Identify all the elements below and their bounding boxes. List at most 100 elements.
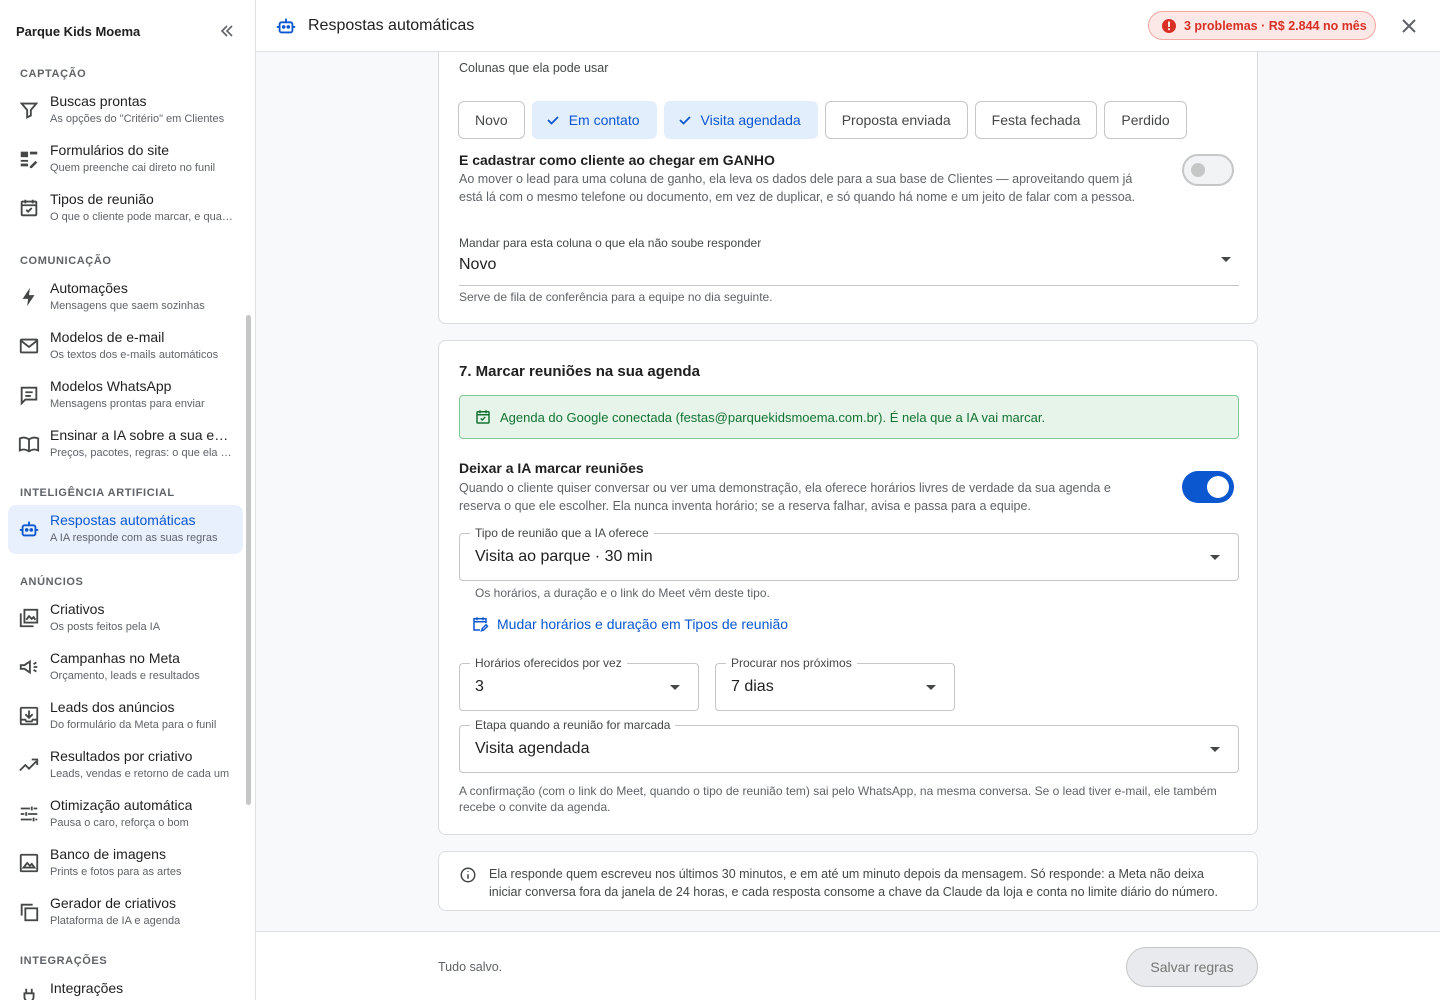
form-icon — [18, 148, 40, 170]
save-rules-button[interactable]: Salvar regras — [1126, 947, 1258, 987]
column-chip-perdido[interactable]: Perdido — [1104, 101, 1187, 139]
sidebar-item-label: Criativos — [50, 601, 105, 617]
sidebar-item-otimizacao[interactable]: Otimização automática Pausa o caro, refor… — [8, 790, 243, 839]
mail-icon — [18, 335, 40, 357]
change-meeting-type-link[interactable]: Mudar horários e duração em Tipos de reu… — [471, 615, 788, 633]
sidebar-item-label: Gerador de criativos — [50, 895, 177, 911]
sidebar-section-comunicacao: COMUNICAÇÃO — [20, 255, 112, 267]
sidebar-item-sub: Preços, pacotes, regras: o que ela preci… — [50, 447, 233, 459]
sidebar-item-label: Integrações — [50, 980, 124, 996]
save-status: Tudo salvo. — [438, 960, 503, 974]
toggle-knob — [1207, 476, 1229, 498]
fallback-column-select[interactable]: Mandar para esta coluna o que ela não so… — [459, 236, 1239, 286]
sidebar: Parque Kids Moema CAPTAÇÃO Buscas pronta… — [0, 0, 256, 1000]
megaphone-icon — [18, 656, 40, 678]
meeting-type-helper: Os horários, a duração e o link do Meet … — [475, 586, 770, 600]
info-icon — [459, 866, 477, 884]
problems-badge[interactable]: 3 problemas · R$ 2.844 no mês — [1148, 11, 1376, 40]
sidebar-item-sub: Quem preenche cai direto no funil — [50, 162, 216, 174]
close-icon[interactable] — [1397, 14, 1421, 38]
chip-label: Novo — [475, 112, 508, 128]
change-meeting-type-label: Mudar horários e duração em Tipos de reu… — [497, 616, 789, 632]
stage-select[interactable]: Etapa quando a reunião for marcada Visit… — [459, 718, 1239, 773]
chat-icon — [18, 384, 40, 406]
sidebar-section-captacao: CAPTAÇÃO — [20, 68, 87, 80]
meeting-booking-toggle[interactable] — [1182, 471, 1234, 503]
image-stack-icon — [18, 607, 40, 629]
dropdown-caret-icon — [670, 685, 680, 690]
column-chip-proposta-enviada[interactable]: Proposta enviada — [824, 101, 968, 139]
info-note-text: Ela responde quem escreveu nos últimos 3… — [489, 867, 1218, 899]
problems-badge-label: 3 problemas · R$ 2.844 no mês — [1184, 18, 1367, 33]
toggle-knob — [1191, 163, 1205, 177]
sidebar-item-campanhas-meta[interactable]: Campanhas no Meta Orçamento, leads e resu… — [8, 643, 243, 692]
sidebar-item-label: Campanhas no Meta — [50, 650, 180, 666]
sidebar-item-automacoes[interactable]: Automações Mensagens que saem sozinhas — [8, 273, 243, 322]
column-chip-em-contato[interactable]: Em contato — [531, 101, 657, 139]
sidebar-item-modelos-whatsapp[interactable]: Modelos WhatsApp Mensagens prontas para e… — [8, 371, 243, 420]
sidebar-item-criativos[interactable]: Criativos Os posts feitos pela IA — [8, 594, 243, 643]
fallback-column-helper: Serve de fila de conferência para a equi… — [459, 290, 773, 304]
client-toggle-desc: Ao mover o lead para uma coluna de ganho… — [459, 172, 1136, 204]
meeting-toggle-title: Deixar a IA marcar reuniões — [459, 460, 644, 476]
sidebar-item-sub: A IA responde com as suas regras — [50, 532, 218, 544]
store-name: Parque Kids Moema — [16, 23, 141, 39]
inbox-download-icon — [18, 705, 40, 727]
sidebar-item-tipos-reuniao[interactable]: Tipos de reunião O que o cliente pode mar… — [8, 184, 243, 233]
chip-label: Proposta enviada — [841, 112, 951, 128]
sidebar-item-label: Banco de imagens — [50, 846, 166, 862]
sidebar-item-leads-anuncios[interactable]: Leads dos anúncios Do formulário da Meta … — [8, 692, 243, 741]
sidebar-scrollbar[interactable] — [246, 315, 251, 805]
client-register-toggle[interactable] — [1182, 154, 1234, 186]
meeting-toggle-desc: Quando o cliente quiser conversar ou ver… — [459, 481, 1111, 513]
sidebar-item-sub: Pausa o caro, reforça o bom — [50, 817, 189, 829]
fallback-column-label: Mandar para esta coluna o que ela não so… — [459, 236, 762, 250]
search-range-value: 7 dias — [731, 678, 774, 695]
sidebar-item-label: Resultados por criativo — [50, 748, 193, 764]
sidebar-item-resultados-criativo[interactable]: Resultados por criativo Leads, vendas e r… — [8, 741, 243, 790]
sidebar-section-anuncios: ANÚNCIOS — [20, 576, 84, 588]
sidebar-item-gerador-criativos[interactable]: Gerador de criativos Plataforma de IA e a… — [8, 888, 243, 937]
search-range-select[interactable]: Procurar nos próximos 7 dias — [715, 656, 955, 711]
sidebar-item-sub: Prints e fotos para as artes — [50, 866, 182, 878]
column-chip-visita-agendada[interactable]: Visita agendada — [663, 101, 818, 139]
sidebar-item-label: Ensinar a IA sobre a sua empresa — [50, 427, 233, 443]
sidebar-item-label: Otimização automática — [50, 797, 193, 813]
sidebar-item-label: Automações — [50, 280, 128, 296]
calendar-check-icon — [18, 197, 40, 219]
column-chip-festa-fechada[interactable]: Festa fechada — [974, 101, 1098, 139]
meetings-section-title: 7. Marcar reuniões na sua agenda — [459, 363, 700, 380]
calendar-banner-text: Agenda do Google conectada (festas@parqu… — [500, 409, 1046, 425]
stage-value: Visita agendada — [475, 740, 590, 757]
sidebar-item-integracoes[interactable]: Integrações — [8, 973, 243, 1000]
filter-icon — [18, 99, 40, 121]
meeting-type-label: Tipo de reunião que a IA oferece — [470, 526, 654, 540]
sidebar-item-banco-imagens[interactable]: Banco de imagens Prints e fotos para as a… — [8, 839, 243, 888]
columns-caption: Colunas que ela pode usar — [459, 61, 609, 75]
sidebar-item-ensinar-ia[interactable]: Ensinar a IA sobre a sua empresa Preços, … — [8, 420, 243, 469]
sidebar-item-sub: Mensagens que saem sozinhas — [50, 300, 205, 312]
column-chip-novo[interactable]: Novo — [458, 101, 525, 139]
dropdown-caret-icon — [1210, 747, 1220, 752]
collapse-sidebar-icon[interactable] — [215, 19, 239, 43]
sidebar-item-sub: Orçamento, leads e resultados — [50, 670, 200, 682]
meeting-type-select[interactable]: Tipo de reunião que a IA oferece Visita … — [459, 526, 1239, 581]
fallback-column-value: Novo — [459, 256, 497, 273]
plug-icon — [18, 986, 40, 1000]
slots-count-label: Horários oferecidos por vez — [470, 656, 627, 670]
check-icon — [677, 112, 693, 128]
confirmation-note: A confirmação (com o link do Meet, quand… — [459, 784, 1217, 814]
robot-icon — [275, 15, 297, 37]
sidebar-item-buscas-prontas[interactable]: Buscas prontas As opções do "Critério" em… — [8, 86, 243, 135]
main-content: Colunas que ela pode usar Novo Em contat… — [256, 52, 1440, 931]
sidebar-item-formularios[interactable]: Formulários do site Quem preenche cai dir… — [8, 135, 243, 184]
sidebar-header: Parque Kids Moema — [0, 0, 255, 62]
sidebar-item-sub: Os posts feitos pela IA — [50, 621, 161, 633]
sidebar-item-sub: Do formulário da Meta para o funil — [50, 719, 217, 731]
sidebar-item-respostas-automaticas[interactable]: Respostas automáticas A IA responde com a… — [8, 505, 243, 554]
slots-count-select[interactable]: Horários oferecidos por vez 3 — [459, 656, 699, 711]
sidebar-item-modelos-email[interactable]: Modelos de e-mail Os textos dos e-mails a… — [8, 322, 243, 371]
section-columns-card: Colunas que ela pode usar Novo Em contat… — [438, 52, 1258, 324]
sidebar-item-label: Buscas prontas — [50, 93, 147, 109]
dropdown-caret-icon — [926, 685, 936, 690]
